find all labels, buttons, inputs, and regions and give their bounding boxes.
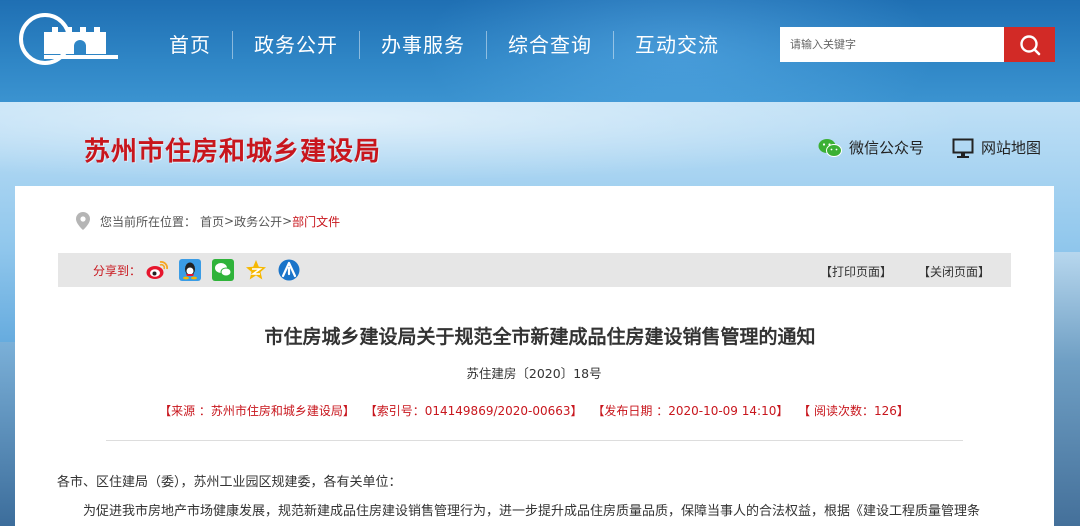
location-pin-icon [76, 212, 90, 230]
search-box [780, 27, 1055, 62]
breadcrumb-home[interactable]: 首页 [200, 213, 224, 230]
monitor-icon [952, 138, 974, 158]
location-label: 您当前所在位置： [100, 214, 197, 229]
weibo-icon[interactable] [146, 259, 168, 281]
breadcrumb-government-affairs[interactable]: 政务公开 [234, 213, 282, 230]
renren-icon[interactable] [278, 259, 300, 281]
nav-interaction[interactable]: 互动交流 [614, 30, 740, 60]
sitemap-label: 网站地图 [981, 139, 1042, 157]
main-nav: 首页 政务公开 办事服务 综合查询 互动交流 [148, 28, 740, 62]
qzone-icon[interactable] [245, 259, 267, 281]
breadcrumb-separator: > [224, 214, 235, 228]
qq-icon[interactable] [179, 259, 201, 281]
sitemap-link[interactable]: 网站地图 [952, 137, 1041, 158]
nav-query[interactable]: 综合查询 [487, 30, 613, 60]
search-button[interactable] [1004, 27, 1055, 62]
meta-views: 【 阅读次数：126】 [798, 404, 909, 418]
article-divider [106, 440, 963, 441]
wechat-official-label: 微信公众号 [849, 139, 925, 157]
wechat-icon [818, 138, 842, 157]
article-meta: 【来源 ：苏州市住房和城乡建设局】 【索引号：014149869/2020-00… [0, 402, 1068, 419]
quick-links: 微信公众号 网站地图 [818, 137, 1041, 158]
article-paragraph: 为促进我市房地产市场健康发展，规范新建成品住房建设销售管理行为，进一步提升成品住… [83, 504, 981, 519]
site-title: 苏州市住房和城乡建设局 [84, 137, 382, 167]
breadcrumb: 您当前所在位置： 首页 > 政务公开 > 部门文件 [76, 212, 340, 230]
meta-date: 【发布日期 ：2020-10-09 14:10】 [592, 404, 789, 418]
top-navbar: 首页 政务公开 办事服务 综合查询 互动交流 [0, 0, 1080, 102]
article-salutation: 各市、区住建局（委），苏州工业园区规建委，各有关单位： [57, 475, 402, 490]
nav-government-affairs[interactable]: 政务公开 [233, 30, 359, 60]
nav-services[interactable]: 办事服务 [360, 30, 486, 60]
breadcrumb-separator: > [282, 214, 293, 228]
meta-source: 【来源 ：苏州市住房和城乡建设局】 [159, 404, 355, 418]
print-page-link[interactable]: 【打印页面】 [820, 263, 892, 280]
article-title: 市住房城乡建设局关于规范全市新建成品住房建设销售管理的通知 [264, 326, 816, 348]
search-input[interactable] [780, 27, 1004, 62]
search-icon [1019, 34, 1040, 55]
close-page-link[interactable]: 【关闭页面】 [918, 263, 990, 280]
banner-city-right [1054, 252, 1080, 526]
document-number: 苏住建房〔2020〕18号 [466, 366, 602, 381]
share-label: 分享到： [93, 264, 142, 278]
share-icons [146, 259, 311, 281]
wechat-share-icon[interactable] [212, 259, 234, 281]
nav-home[interactable]: 首页 [148, 30, 232, 60]
meta-index: 【索引号：014149869/2020-00663】 [364, 404, 583, 418]
site-logo[interactable] [18, 12, 124, 66]
breadcrumb-department-files[interactable]: 部门文件 [292, 213, 340, 230]
wechat-official-link[interactable]: 微信公众号 [818, 137, 924, 158]
